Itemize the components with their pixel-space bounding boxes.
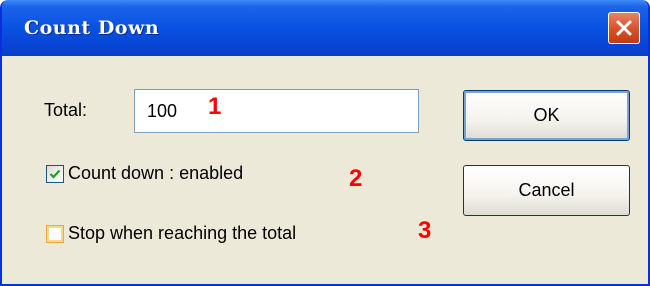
count-down-checkbox[interactable] <box>46 164 64 183</box>
annotation-2: 2 <box>349 165 363 192</box>
count-down-dialog: Count Down Total: 1 Count down : enabled… <box>0 0 650 286</box>
stop-checkbox-row[interactable]: Stop when reaching the total <box>46 223 296 244</box>
annotation-1: 1 <box>208 93 222 120</box>
close-icon <box>616 20 632 36</box>
cancel-button[interactable]: Cancel <box>463 165 630 216</box>
stop-when-reaching-checkbox[interactable] <box>46 224 64 243</box>
dialog-title: Count Down <box>24 17 160 39</box>
close-button[interactable] <box>608 12 640 44</box>
checkmark-icon <box>49 169 61 179</box>
count-down-label: Count down : enabled <box>68 163 244 183</box>
count-down-checkbox-row[interactable]: Count down : enabled <box>46 163 243 184</box>
annotation-3: 3 <box>418 217 432 244</box>
ok-button[interactable]: OK <box>463 90 630 141</box>
title-bar[interactable]: Count Down <box>2 0 648 56</box>
total-label: Total: <box>44 100 88 120</box>
total-input[interactable] <box>134 89 419 133</box>
stop-when-reaching-label: Stop when reaching the total <box>68 223 297 243</box>
